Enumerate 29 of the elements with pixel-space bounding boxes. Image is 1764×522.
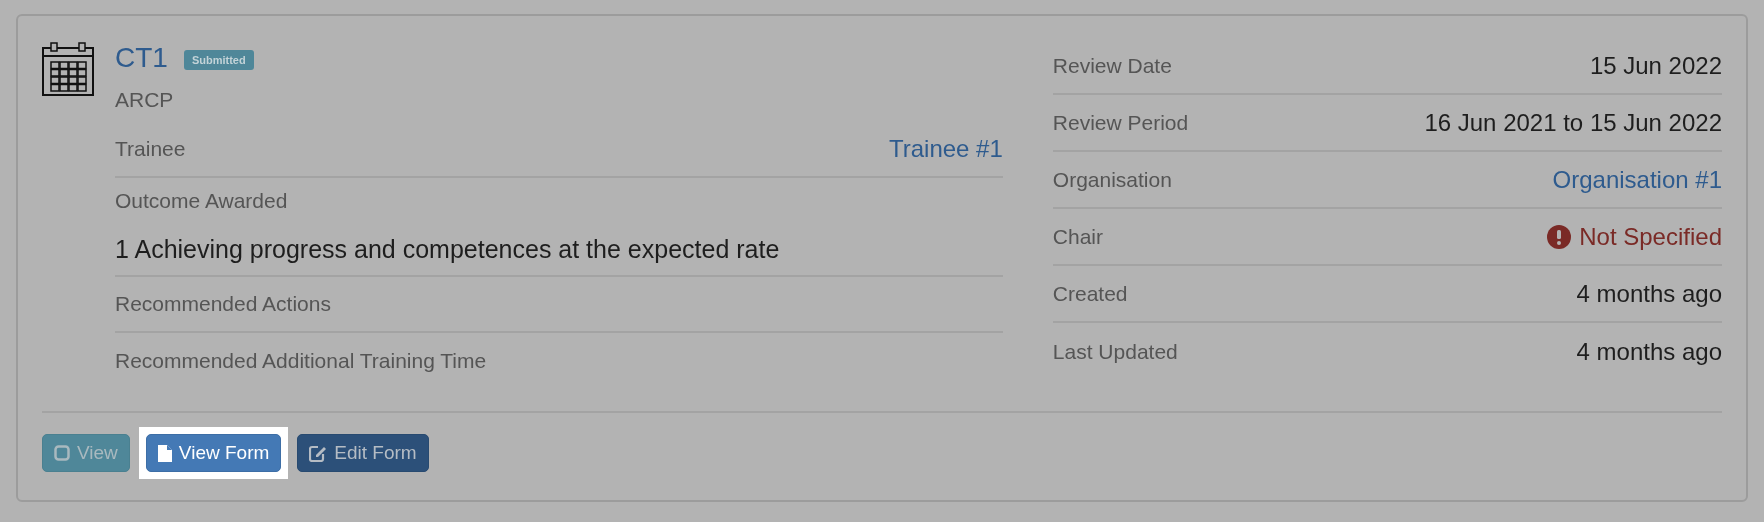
file-icon xyxy=(157,444,172,462)
field-value: 4 months ago xyxy=(1576,278,1722,309)
field-label: Trainee xyxy=(115,136,186,163)
field-value: 4 months ago xyxy=(1576,336,1722,367)
trainee-link[interactable]: Trainee #1 xyxy=(888,131,1003,167)
edit-form-button[interactable]: Edit Form xyxy=(297,434,429,472)
field-value: 16 Jun 2021 to 15 Jun 2022 xyxy=(1424,107,1722,138)
field-value: 15 Jun 2022 xyxy=(1589,50,1722,81)
edit-icon xyxy=(309,444,328,462)
status-badge: Submitted xyxy=(183,49,254,71)
warning-text: Not Specified xyxy=(1579,221,1722,252)
field-label: Organisation xyxy=(1052,166,1172,193)
square-icon xyxy=(54,445,70,461)
organisation-link[interactable]: Organisation #1 xyxy=(1552,161,1722,198)
field-label: Review Date xyxy=(1052,52,1172,79)
field-label: Last Updated xyxy=(1052,338,1178,365)
view-form-button[interactable]: View Form xyxy=(145,434,282,472)
view-button[interactable]: View xyxy=(42,434,130,472)
field-value: 1 Achieving progress and competences at the expected rate xyxy=(115,233,781,265)
field-label: Recommended Actions xyxy=(115,291,332,318)
field-label: Recommended Additional Training Time xyxy=(115,348,488,375)
alert-icon xyxy=(1547,224,1572,249)
record-title[interactable]: CT1 xyxy=(115,37,168,79)
field-label: Chair xyxy=(1052,223,1103,250)
field-label: Outcome Awarded xyxy=(115,188,289,214)
field-label: Review Period xyxy=(1052,109,1189,136)
field-label: Created xyxy=(1052,280,1128,307)
calendar-icon xyxy=(42,42,94,96)
record-type: ARCP xyxy=(115,87,174,114)
